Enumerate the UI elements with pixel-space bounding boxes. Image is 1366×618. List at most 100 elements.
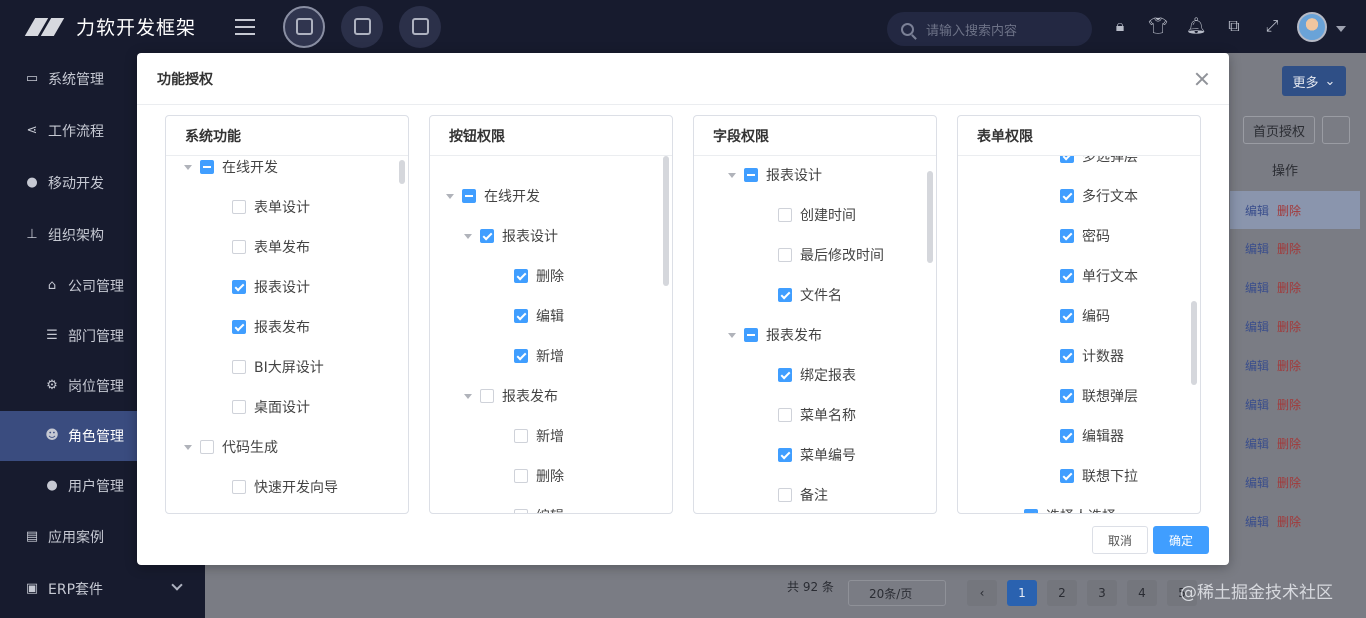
tree-checkbox[interactable] (778, 448, 792, 462)
tree-checkbox[interactable] (232, 280, 246, 294)
tree-checkbox[interactable] (480, 389, 494, 403)
tree-checkbox[interactable] (514, 309, 528, 323)
tree-node[interactable]: 新增 (514, 424, 564, 448)
tree-node[interactable]: 联想下拉 (1060, 464, 1138, 488)
tree-checkbox[interactable] (232, 200, 246, 214)
page-size-select[interactable]: 20条/页 (848, 580, 946, 606)
tree-node[interactable]: 多行文本 (1060, 184, 1138, 208)
caret-down-icon[interactable] (464, 393, 472, 399)
tree-checkbox[interactable] (514, 349, 528, 363)
tree-checkbox[interactable] (200, 160, 214, 174)
caret-down-icon[interactable] (446, 193, 454, 199)
scrollbar-thumb[interactable] (399, 160, 405, 184)
bell-icon[interactable]: 🔔︎ (1186, 16, 1206, 36)
edit-link[interactable]: 编辑 (1245, 242, 1269, 256)
avatar-caret-icon[interactable] (1336, 26, 1346, 32)
tree-node[interactable]: 报表发布 (728, 323, 822, 347)
tree-node[interactable]: 表单发布 (232, 235, 310, 259)
scrollbar-thumb[interactable] (927, 171, 933, 263)
tree-checkbox[interactable] (744, 328, 758, 342)
home-auth-button[interactable]: 首页授权 (1243, 116, 1315, 144)
tree-node[interactable]: 桌面设计 (232, 395, 310, 419)
tree-node[interactable]: 密码 (1060, 224, 1110, 248)
tree-node[interactable]: 编辑器 (1060, 424, 1124, 448)
caret-down-icon[interactable] (728, 332, 736, 338)
page-button[interactable]: 3 (1087, 580, 1117, 606)
document-module-icon[interactable] (341, 5, 383, 48)
delete-link[interactable]: 删除 (1277, 398, 1301, 412)
tree-checkbox[interactable] (232, 360, 246, 374)
shirt-icon[interactable]: 👕︎ (1148, 16, 1168, 36)
delete-link[interactable]: 删除 (1277, 515, 1301, 529)
code-module-icon[interactable] (283, 5, 325, 48)
tree-node[interactable]: 删除 (514, 264, 564, 288)
tree-node[interactable]: 新增 (514, 344, 564, 368)
tree-checkbox[interactable] (1060, 389, 1074, 403)
tree-checkbox[interactable] (778, 368, 792, 382)
delete-link[interactable]: 删除 (1277, 359, 1301, 373)
tree-checkbox[interactable] (1060, 469, 1074, 483)
edit-link[interactable]: 编辑 (1245, 515, 1269, 529)
tree-node[interactable]: 选择人选择 (1024, 504, 1116, 513)
delete-link[interactable]: 删除 (1277, 476, 1301, 490)
scrollbar-thumb[interactable] (1191, 301, 1197, 385)
tree-checkbox[interactable] (778, 488, 792, 502)
tree-node[interactable]: 编码 (1060, 304, 1110, 328)
tree-node[interactable]: 快速开发向导 (232, 475, 338, 499)
tree-checkbox[interactable] (778, 288, 792, 302)
tree-checkbox[interactable] (1060, 156, 1074, 163)
lock-icon[interactable]: 🔒︎ (1110, 16, 1130, 36)
translate-icon[interactable]: ⧉ (1224, 16, 1244, 36)
tree-node[interactable]: 报表设计 (728, 163, 822, 187)
page-button[interactable]: 1 (1007, 580, 1037, 606)
tree-checkbox[interactable] (232, 320, 246, 334)
tree-checkbox[interactable] (1060, 229, 1074, 243)
tree-checkbox[interactable] (514, 429, 528, 443)
tree-checkbox[interactable] (462, 189, 476, 203)
more-button[interactable]: 更多 ⌄ (1282, 66, 1346, 96)
delete-link[interactable]: 删除 (1277, 320, 1301, 334)
edit-link[interactable]: 编辑 (1245, 281, 1269, 295)
tree-node[interactable]: 删除 (514, 464, 564, 488)
page-button[interactable]: 2 (1047, 580, 1077, 606)
tree-node[interactable]: 绑定报表 (778, 363, 856, 387)
edit-link[interactable]: 编辑 (1245, 204, 1269, 218)
page-button[interactable]: 4 (1127, 580, 1157, 606)
tree-node[interactable]: 报表设计 (232, 275, 310, 299)
confirm-button[interactable]: 确定 (1153, 526, 1209, 554)
delete-link[interactable]: 删除 (1277, 204, 1301, 218)
delete-link[interactable]: 删除 (1277, 281, 1301, 295)
caret-down-icon[interactable] (184, 164, 192, 170)
cancel-button[interactable]: 取消 (1092, 526, 1148, 554)
tree-checkbox[interactable] (1060, 429, 1074, 443)
delete-link[interactable]: 删除 (1277, 242, 1301, 256)
avatar[interactable] (1297, 12, 1327, 42)
tree-checkbox[interactable] (1060, 269, 1074, 283)
tree-node[interactable]: 多选弹层 (1060, 156, 1138, 168)
search-input[interactable]: 请输入搜索内容 (887, 12, 1092, 46)
tree-node[interactable]: 在线开发 (446, 184, 540, 208)
tree-checkbox[interactable] (1060, 349, 1074, 363)
tree-checkbox[interactable] (232, 480, 246, 494)
tree-checkbox[interactable] (232, 400, 246, 414)
tree-node[interactable]: 计数器 (1060, 344, 1124, 368)
column-settings-button[interactable] (1322, 116, 1350, 144)
tree-checkbox[interactable] (232, 240, 246, 254)
tree-node[interactable]: 报表设计 (464, 224, 558, 248)
tree-checkbox[interactable] (514, 469, 528, 483)
tree-checkbox[interactable] (778, 248, 792, 262)
edit-link[interactable]: 编辑 (1245, 476, 1269, 490)
caret-down-icon[interactable] (464, 233, 472, 239)
tree-node[interactable]: 菜单编号 (778, 443, 856, 467)
tree-node[interactable]: 报表发布 (232, 315, 310, 339)
screen-module-icon[interactable] (399, 5, 441, 48)
tree-checkbox[interactable] (1060, 309, 1074, 323)
tree-node[interactable]: 代码生成 (184, 435, 278, 459)
tree-node[interactable]: 最后修改时间 (778, 243, 884, 267)
tree-checkbox[interactable] (514, 509, 528, 513)
tree-checkbox[interactable] (744, 168, 758, 182)
menu-toggle-icon[interactable] (223, 5, 267, 49)
edit-link[interactable]: 编辑 (1245, 398, 1269, 412)
tree-node[interactable]: 联想弹层 (1060, 384, 1138, 408)
caret-down-icon[interactable] (728, 172, 736, 178)
